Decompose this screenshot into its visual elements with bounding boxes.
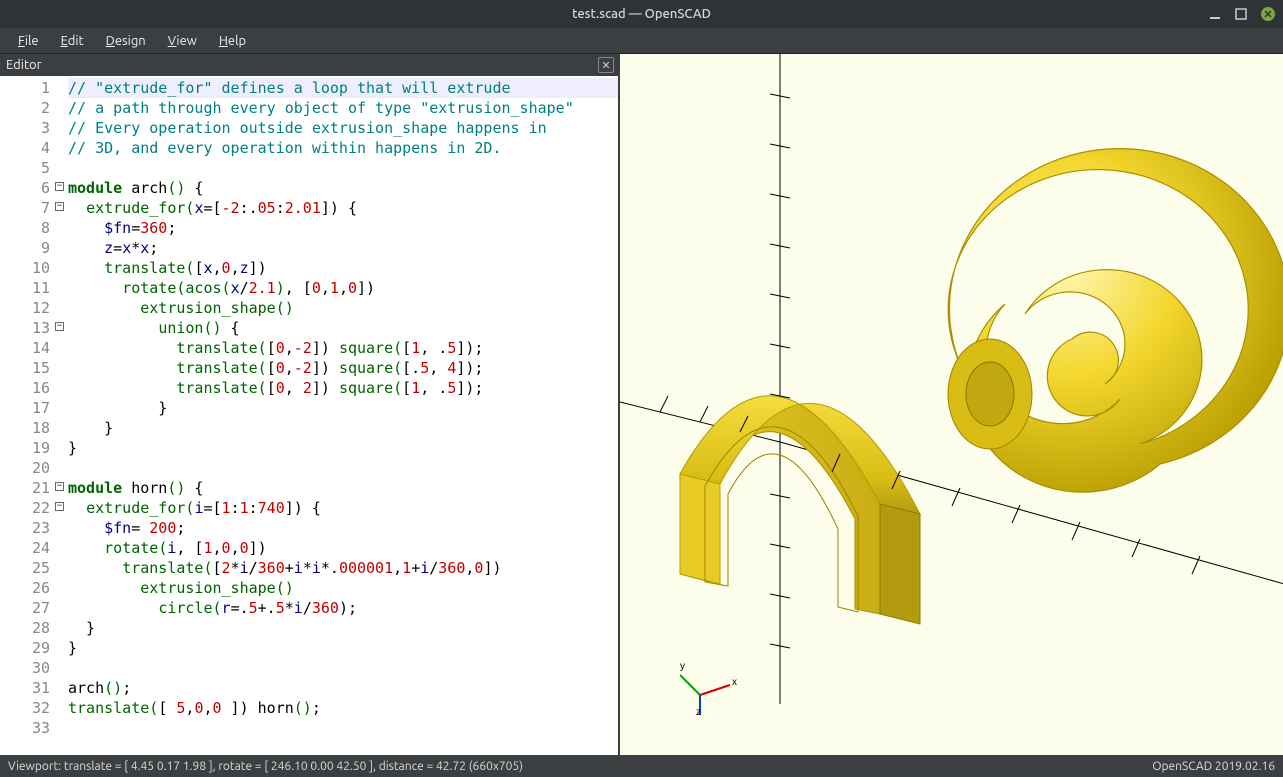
model-horn [948,149,1283,493]
axis-gizmo: x y z [680,655,740,715]
maximize-icon[interactable] [1235,8,1247,20]
menu-view[interactable]: View [158,31,207,51]
window-title: test.scad — OpenSCAD [572,7,711,21]
gizmo-z-label: z [696,707,701,715]
gizmo-x-label: x [732,677,737,688]
window-titlebar: test.scad — OpenSCAD [0,0,1283,28]
menubar: File Edit Design View Help [0,28,1283,54]
model-arch [680,396,920,624]
code-editor[interactable]: 123456−7−8910111213−1415161718192021−22−… [0,76,618,755]
3d-viewport[interactable]: x y z [620,54,1283,755]
menu-edit[interactable]: Edit [51,31,94,51]
menu-help[interactable]: Help [209,31,256,51]
viewport-canvas[interactable] [620,54,1283,755]
window-controls [1209,7,1275,21]
close-icon[interactable] [1261,7,1275,21]
menu-design[interactable]: Design [96,31,156,51]
editor-pane: Editor ✕ 123456−7−8910111213−14151617181… [0,54,620,755]
status-right: OpenSCAD 2019.02.16 [1152,760,1275,773]
statusbar: Viewport: translate = [ 4.45 0.17 1.98 ]… [0,755,1283,777]
editor-tabbar: Editor ✕ [0,54,618,76]
workspace: Editor ✕ 123456−7−8910111213−14151617181… [0,54,1283,755]
gizmo-y-label: y [680,661,685,672]
minimize-icon[interactable] [1209,8,1221,20]
status-left: Viewport: translate = [ 4.45 0.17 1.98 ]… [8,760,523,773]
editor-code[interactable]: // "extrude_for" defines a loop that wil… [56,76,618,755]
menu-file[interactable]: File [8,31,49,51]
editor-gutter: 123456−7−8910111213−1415161718192021−22−… [0,76,56,755]
editor-close-icon[interactable]: ✕ [598,57,614,73]
editor-tab-label: Editor [6,58,42,72]
